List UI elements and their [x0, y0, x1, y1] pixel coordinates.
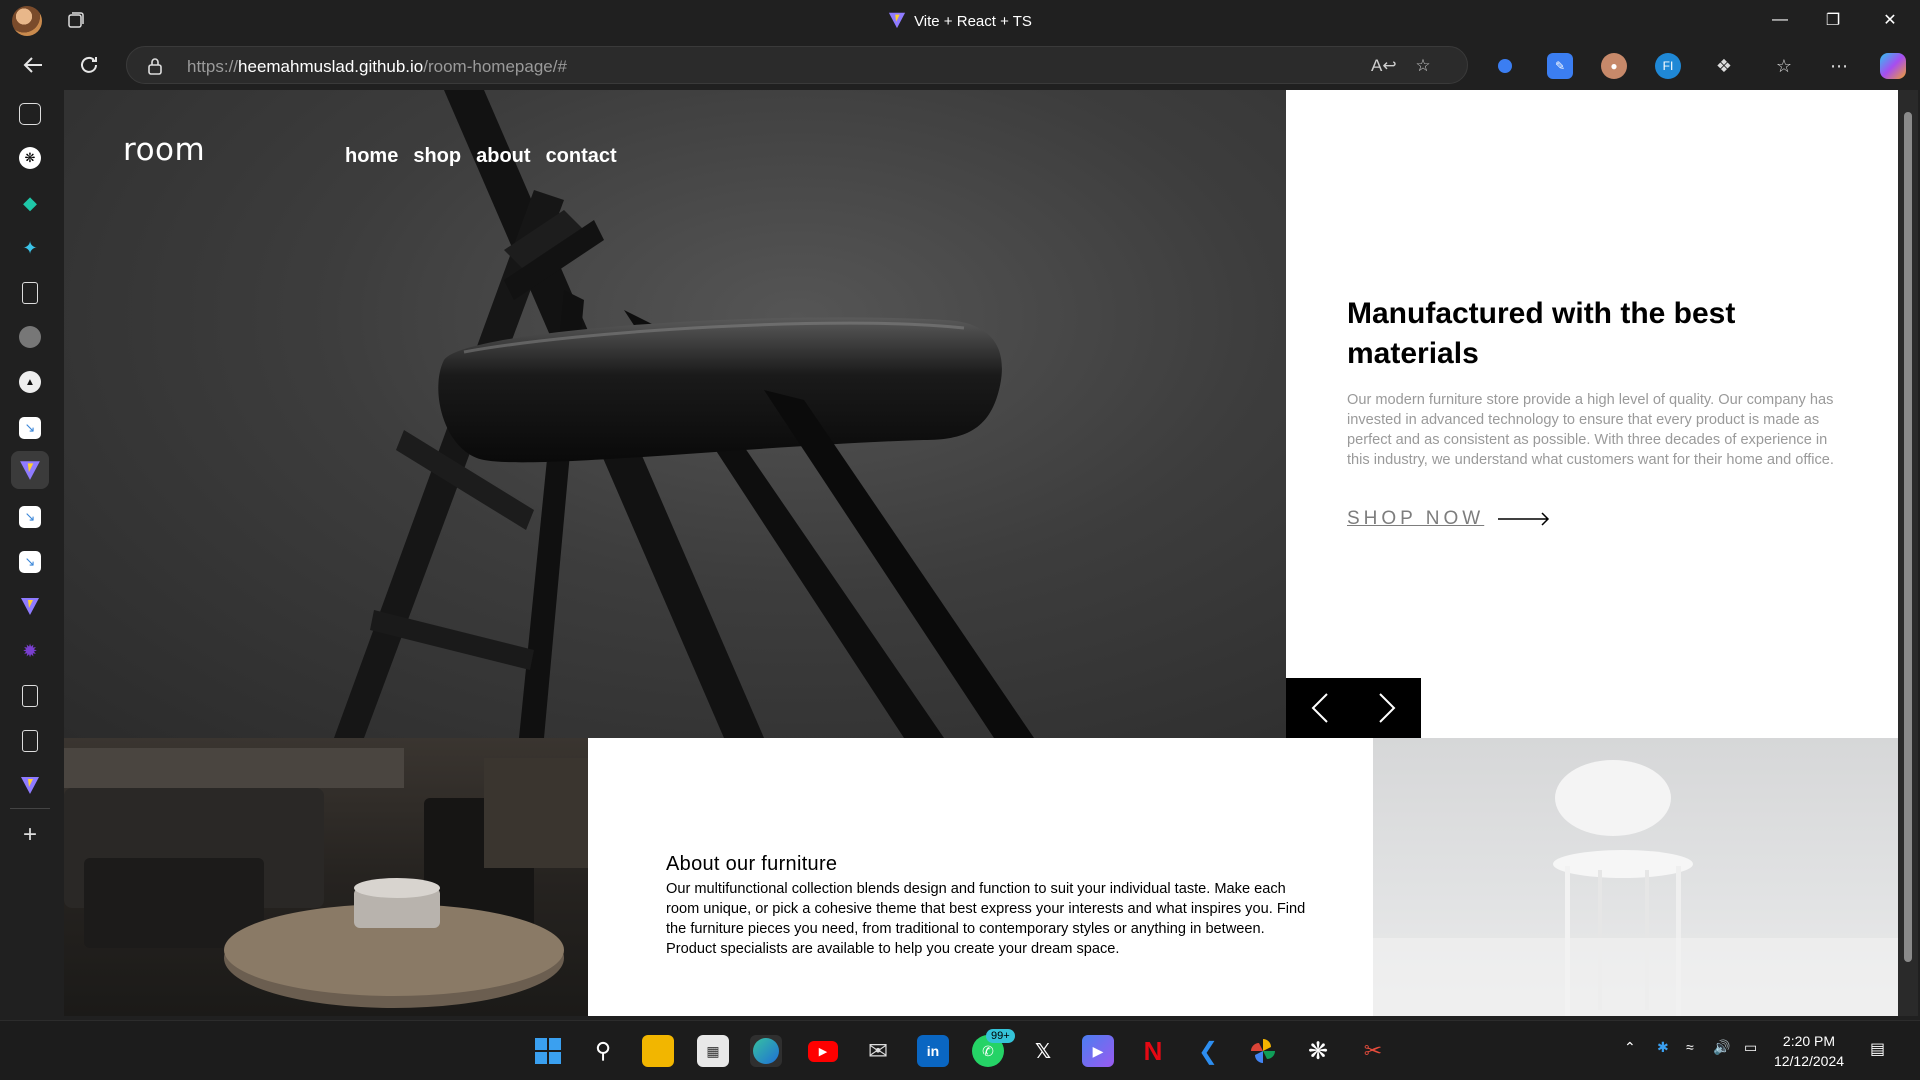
search-icon[interactable]: ⚲: [587, 1035, 619, 1067]
vscode-icon[interactable]: ❮: [1192, 1035, 1224, 1067]
chevron-left-icon: [1311, 693, 1328, 723]
microsoft-store-icon[interactable]: ▦: [697, 1035, 729, 1067]
lock-icon[interactable]: [147, 57, 163, 75]
about-title: About our furniture: [666, 853, 838, 875]
previous-slide-button[interactable]: [1286, 678, 1354, 738]
navigation-bar: https://heemahmuslad.github.io/room-home…: [0, 40, 1920, 90]
netflix-icon[interactable]: N: [1137, 1035, 1169, 1067]
sidebar-tab-gear-icon[interactable]: ✹: [19, 640, 41, 662]
back-button[interactable]: [16, 48, 50, 82]
address-bar[interactable]: https://heemahmuslad.github.io/room-home…: [126, 46, 1468, 84]
webpage-viewport: room home shop about contact Manufacture…: [64, 90, 1898, 1016]
photos-pinwheel-icon[interactable]: [1247, 1035, 1279, 1067]
shop-now-link[interactable]: SHOP NOW: [1347, 508, 1550, 530]
nav-link-about[interactable]: about: [476, 145, 530, 168]
extension-pen-icon[interactable]: ✎: [1547, 53, 1573, 79]
whatsapp-badge: 99+: [986, 1029, 1015, 1043]
sidebar-divider: [10, 808, 50, 809]
url-text[interactable]: https://heemahmuslad.github.io/room-home…: [187, 57, 567, 77]
refresh-icon: [81, 56, 97, 73]
chatgpt-app-icon[interactable]: ❋: [1302, 1035, 1334, 1067]
about-section: About our furniture Our multifunctional …: [588, 738, 1373, 1016]
sidebar-tab-file-x-icon[interactable]: [22, 685, 38, 707]
copilot-icon[interactable]: [1880, 53, 1906, 79]
close-window-button[interactable]: ✕: [1862, 0, 1918, 40]
copilot-app-icon[interactable]: ▶: [1082, 1035, 1114, 1067]
restore-button[interactable]: ❐: [1805, 0, 1861, 40]
sidebar-tab-triangle-icon[interactable]: ▲: [19, 371, 41, 393]
refresh-button[interactable]: [72, 48, 106, 82]
hero-content-panel: Manufactured with the best materials Our…: [1286, 90, 1898, 738]
nav-link-contact[interactable]: contact: [546, 145, 617, 168]
show-hidden-icons-chevron-icon[interactable]: ⌃: [1624, 1039, 1636, 1056]
sidebar-tab-sparkle-icon[interactable]: ✦: [19, 237, 41, 259]
edge-browser-icon[interactable]: [750, 1035, 782, 1067]
hero-image: room home shop about contact: [64, 90, 1286, 738]
white-chair-illustration: [1373, 760, 1898, 1016]
start-windows-icon[interactable]: [532, 1035, 564, 1067]
active-tab[interactable]: Vite + React + TS: [0, 11, 1920, 30]
browser-title-bar: Vite + React + TS — ❐ ✕: [0, 0, 1920, 40]
white-chair-image: [1373, 738, 1898, 1016]
sidebar-tab-file-icon[interactable]: [22, 730, 38, 752]
scrollbar-thumb[interactable]: [1904, 112, 1912, 962]
dark-interior-image: [64, 738, 588, 1016]
battery-icon[interactable]: ▭: [1744, 1039, 1757, 1056]
read-aloud-icon[interactable]: A↩: [1371, 56, 1397, 76]
vite-icon: [888, 12, 906, 29]
nav-link-shop[interactable]: shop: [413, 145, 461, 168]
volume-icon[interactable]: 🔊: [1713, 1039, 1730, 1056]
linkedin-icon[interactable]: in: [917, 1035, 949, 1067]
dark-living-room-illustration: [64, 748, 588, 1008]
clock-time: 2:20 PM: [1782, 1033, 1836, 1049]
vertical-tabs-sidebar: ❋ ◆ ✦ ▲ ↘ ↘ ↘ ✹ +: [0, 90, 62, 1020]
new-tab-plus-icon[interactable]: +: [19, 821, 41, 848]
extension-blue-dot-icon[interactable]: [1492, 53, 1518, 79]
sidebar-tab-vite-active-icon[interactable]: [11, 451, 49, 489]
system-clock[interactable]: 2:20 PM 12/12/2024: [1766, 1031, 1852, 1071]
tab-panel-icon[interactable]: [19, 103, 41, 125]
nav-link-home[interactable]: home: [345, 145, 398, 168]
extension-owl-icon[interactable]: ●: [1601, 53, 1627, 79]
folding-chair-illustration: [334, 90, 1034, 738]
sidebar-tab-chatgpt-icon[interactable]: ❋: [19, 147, 41, 169]
snipping-tool-icon[interactable]: ✂: [1357, 1035, 1389, 1067]
wifi-icon[interactable]: ≈: [1686, 1039, 1694, 1055]
clock-date: 12/12/2024: [1773, 1053, 1845, 1069]
sidebar-tab-vite3-icon[interactable]: [19, 774, 41, 796]
shop-now-label: SHOP NOW: [1347, 508, 1485, 529]
sidebar-tab-diamond-icon[interactable]: ◆: [19, 192, 41, 214]
sidebar-tab-grey-circle-icon[interactable]: [19, 326, 41, 348]
youtube-icon[interactable]: ▶: [807, 1035, 839, 1067]
x-twitter-icon[interactable]: 𝕏: [1027, 1035, 1059, 1067]
site-nav: home shop about contact: [345, 145, 617, 168]
sidebar-tab-vite2-icon[interactable]: [19, 595, 41, 617]
windows-taskbar: ⚲ ▦ ▶ ✉ in ✆ 99+ 𝕏 ▶ N ❮ ❋ ✂ ⌃ ✱ ≈ 🔊 ▭ 2…: [0, 1020, 1920, 1080]
mail-icon[interactable]: ✉: [862, 1035, 894, 1067]
notifications-icon[interactable]: ▤: [1870, 1039, 1885, 1059]
extensions-puzzle-icon[interactable]: ❖: [1711, 53, 1737, 79]
tab-title-text: Vite + React + TS: [914, 13, 1032, 30]
chevron-right-icon: [1379, 693, 1396, 723]
hero-title: Manufactured with the best materials: [1347, 297, 1736, 370]
more-options-icon[interactable]: ⋯: [1826, 53, 1852, 79]
sidebar-tab-page3-icon[interactable]: ↘: [19, 551, 41, 573]
slider-controls: [1286, 678, 1421, 738]
minimize-button[interactable]: —: [1752, 0, 1808, 40]
back-arrow-icon: [23, 57, 42, 73]
favorite-star-icon[interactable]: ☆: [1413, 56, 1433, 76]
hero-description: Our modern furniture store provide a hig…: [1347, 392, 1834, 468]
page-scrollbar[interactable]: [1898, 90, 1918, 1016]
favorites-list-icon[interactable]: ☆: [1771, 53, 1797, 79]
site-logo[interactable]: room: [123, 132, 205, 168]
bluetooth-icon[interactable]: ✱: [1657, 1039, 1669, 1056]
sidebar-tab-page-icon[interactable]: ↘: [19, 417, 41, 439]
file-explorer-icon[interactable]: [642, 1035, 674, 1067]
next-slide-button[interactable]: [1354, 678, 1422, 738]
sidebar-tab-document-icon[interactable]: [22, 282, 38, 304]
about-description: Our multifunctional collection blends de…: [666, 881, 1306, 957]
extension-fi-icon[interactable]: FI: [1655, 53, 1681, 79]
sidebar-tab-page2-icon[interactable]: ↘: [19, 506, 41, 528]
arrow-right-icon: [1498, 512, 1550, 526]
